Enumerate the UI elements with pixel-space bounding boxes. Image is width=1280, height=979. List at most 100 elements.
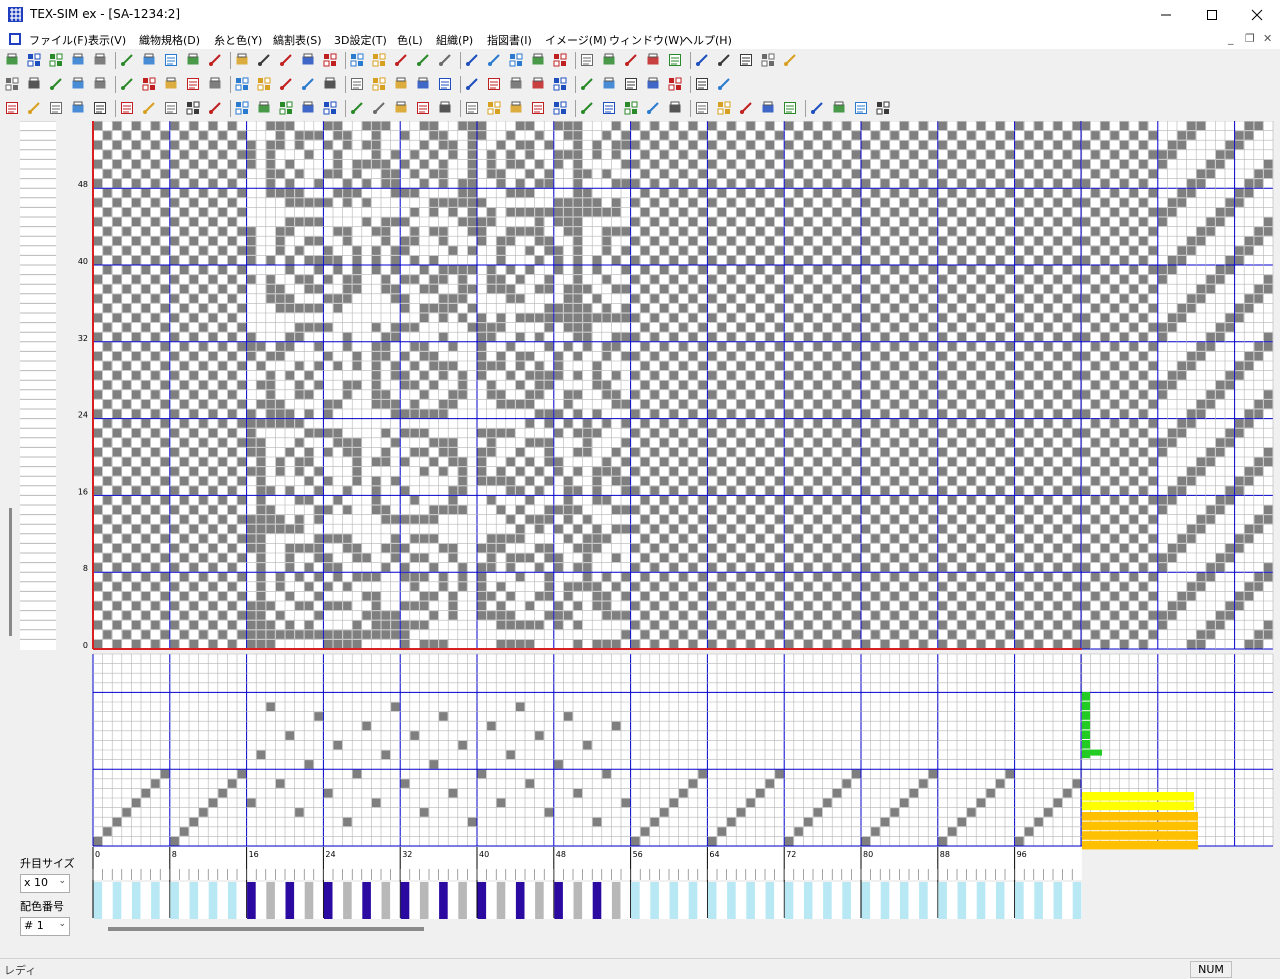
redo-button[interactable]	[92, 100, 108, 116]
sep-2-button[interactable]	[579, 76, 595, 92]
open-lib-button[interactable]	[163, 76, 179, 92]
print-preview-button[interactable]	[234, 52, 250, 68]
pattern-c-button[interactable]	[349, 76, 365, 92]
library-button[interactable]	[141, 76, 157, 92]
tie-3-button[interactable]	[552, 100, 568, 116]
page-setup-button[interactable]	[278, 52, 294, 68]
exit-button[interactable]	[782, 52, 798, 68]
open-folder-button[interactable]	[48, 52, 64, 68]
cell-12-button[interactable]	[853, 100, 869, 116]
menu-draft[interactable]: 指図書(I)	[487, 32, 532, 48]
paste-special-button[interactable]	[185, 100, 201, 116]
repeat-1-button[interactable]	[437, 100, 453, 116]
pattern-button[interactable]	[623, 52, 639, 68]
mdi-minimize-button[interactable]: _	[1228, 32, 1234, 45]
align-right-button[interactable]	[486, 76, 502, 92]
cell-7-button[interactable]	[738, 100, 754, 116]
paste-button[interactable]	[163, 100, 179, 116]
close-doc-button[interactable]	[119, 52, 135, 68]
color-palette-button[interactable]	[486, 52, 502, 68]
link-button[interactable]	[70, 76, 86, 92]
pattern-d-button[interactable]	[371, 76, 387, 92]
stripe-table-button[interactable]	[415, 52, 431, 68]
zoom-out-button[interactable]	[667, 76, 683, 92]
cell-8-button[interactable]	[760, 100, 776, 116]
yarn-3d-button[interactable]	[667, 52, 683, 68]
menu-window[interactable]: ウィンドウ(W)	[609, 32, 683, 48]
document-icon[interactable]	[8, 32, 22, 46]
print-draft-button[interactable]	[234, 76, 250, 92]
menu-color[interactable]: 色(L)	[397, 32, 423, 48]
align-top-button[interactable]	[508, 76, 524, 92]
weave-view-button[interactable]	[349, 52, 365, 68]
select-region-button[interactable]	[163, 52, 179, 68]
cell-5-button[interactable]	[694, 100, 710, 116]
color-number-select[interactable]: # 1 ⌄	[20, 917, 70, 936]
menu-weave[interactable]: 組織(P)	[436, 32, 473, 48]
close-all-button[interactable]	[141, 52, 157, 68]
rotate-left-button[interactable]	[234, 100, 250, 116]
print-3d-button[interactable]	[694, 52, 710, 68]
cell-4-button[interactable]	[667, 100, 683, 116]
mdi-restore-button[interactable]: ❐	[1245, 32, 1255, 45]
texture-button[interactable]	[579, 52, 595, 68]
repeat-2-button[interactable]	[464, 100, 480, 116]
zoom-reset-button[interactable]	[694, 76, 710, 92]
yarn-list-button[interactable]	[552, 52, 568, 68]
turn-left-button[interactable]	[278, 100, 294, 116]
pattern-b-button[interactable]	[322, 76, 338, 92]
cell-2-button[interactable]	[623, 100, 639, 116]
close-button[interactable]	[1234, 0, 1280, 29]
zoom-large-button[interactable]	[278, 76, 294, 92]
draft-button[interactable]	[4, 76, 20, 92]
align-bottom-button[interactable]	[530, 76, 546, 92]
print-button[interactable]	[207, 52, 223, 68]
invert-button[interactable]	[415, 100, 431, 116]
sep-1-button[interactable]	[552, 76, 568, 92]
undo-button[interactable]	[70, 100, 86, 116]
shift-v-button[interactable]	[349, 100, 365, 116]
stripe-list-button[interactable]	[437, 52, 453, 68]
menu-stripe[interactable]: 縞割表(S)	[273, 32, 322, 48]
menu-image[interactable]: イメージ(M)	[545, 32, 607, 48]
pattern-a-button[interactable]	[300, 76, 316, 92]
shift-h-button[interactable]	[322, 100, 338, 116]
cell-1-button[interactable]	[601, 100, 617, 116]
zoom-small-button[interactable]	[256, 76, 272, 92]
reverse-button[interactable]	[185, 52, 201, 68]
import-button[interactable]	[207, 76, 223, 92]
print-setup-button[interactable]	[256, 52, 272, 68]
flip-v-button[interactable]	[393, 100, 409, 116]
rotate-right-button[interactable]	[256, 100, 272, 116]
menu-help[interactable]: ヘルプ(H)	[682, 32, 732, 48]
dye-button[interactable]	[508, 52, 524, 68]
turn-right-button[interactable]	[300, 100, 316, 116]
cell-13-button[interactable]	[875, 100, 891, 116]
cell-size-select[interactable]: x 10 ⌄	[20, 874, 70, 893]
mdi-close-button[interactable]: ✕	[1263, 32, 1272, 45]
sep-3-button[interactable]	[601, 76, 617, 92]
save-lib-button[interactable]	[185, 76, 201, 92]
weave-table-button[interactable]	[322, 52, 338, 68]
help-button[interactable]	[760, 52, 776, 68]
cut-button[interactable]	[119, 100, 135, 116]
checker-button[interactable]	[92, 76, 108, 92]
pencil-button[interactable]	[26, 76, 42, 92]
cell-3-button[interactable]	[645, 100, 661, 116]
maximize-button[interactable]	[1189, 0, 1235, 29]
select-button[interactable]	[48, 100, 64, 116]
flip-h-button[interactable]	[371, 100, 387, 116]
sep-4-button[interactable]	[623, 76, 639, 92]
checker-2-button[interactable]	[119, 76, 135, 92]
tie-1-button[interactable]	[508, 100, 524, 116]
menu-fabric-spec[interactable]: 織物規格(D)	[139, 32, 200, 48]
minimize-button[interactable]	[1143, 0, 1189, 29]
grid-toggle-button[interactable]	[716, 76, 732, 92]
weave-pattern-button[interactable]	[437, 76, 453, 92]
warp-color-button[interactable]	[464, 52, 480, 68]
open-3d-button[interactable]	[716, 52, 732, 68]
repeat-3-button[interactable]	[486, 100, 502, 116]
menu-view[interactable]: 表示(V)	[88, 32, 126, 48]
save-button[interactable]	[70, 52, 86, 68]
threading-button[interactable]	[415, 76, 431, 92]
